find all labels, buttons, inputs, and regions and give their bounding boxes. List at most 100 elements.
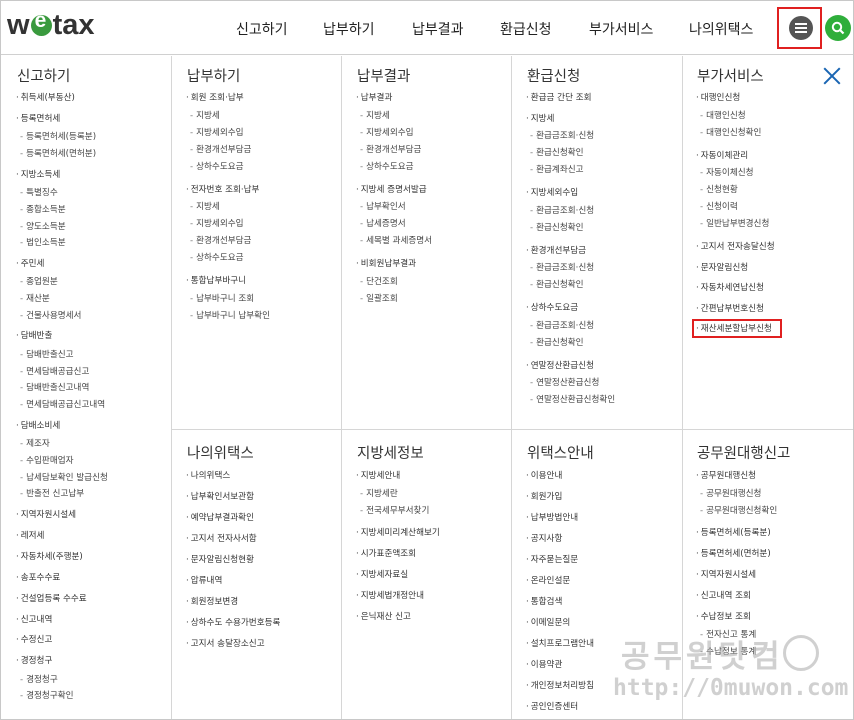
submenu-item[interactable]: 납부확인서 xyxy=(360,201,406,213)
gnb-refund[interactable]: 환급신청 xyxy=(500,19,552,39)
wetax-logo[interactable]: wtax xyxy=(7,9,94,42)
submenu-item[interactable]: 재산분 xyxy=(20,293,50,305)
submenu-item[interactable]: 단건조회 xyxy=(360,276,398,288)
menu-item[interactable]: 문자알림신청현황 xyxy=(186,554,254,566)
submenu-item[interactable]: 종업원분 xyxy=(20,276,58,288)
submenu-item[interactable]: 담배반출신고내역 xyxy=(20,382,89,394)
submenu-item[interactable]: 경정청구 xyxy=(20,674,58,686)
submenu-item[interactable]: 면세담배공급신고 xyxy=(20,366,89,378)
menu-item[interactable]: 지역자원시설세 xyxy=(696,569,756,581)
submenu-item[interactable]: 반출전 신고납부 xyxy=(20,488,84,500)
menu-item[interactable]: 지방소득세 xyxy=(16,169,61,181)
menu-item[interactable]: 간편납부번호신청 xyxy=(696,303,764,315)
submenu-item[interactable]: 환경개선부담금 xyxy=(190,235,251,247)
submenu-item[interactable]: 대행인신청확인 xyxy=(700,127,761,139)
menu-item[interactable]: 지방세법개정안내 xyxy=(356,590,424,602)
submenu-item[interactable]: 납부바구니 조회 xyxy=(190,293,254,305)
submenu-item[interactable]: 공무원대행신청확인 xyxy=(700,505,777,517)
submenu-item[interactable]: 전국세무부서찾기 xyxy=(360,505,429,517)
menu-item[interactable]: 자동차세연납신청 xyxy=(696,282,764,294)
submenu-item[interactable]: 등록면허세(면허분) xyxy=(20,148,96,160)
menu-item[interactable]: 자동차세(주행분) xyxy=(16,551,83,563)
menu-item[interactable]: 환경개선부담금 xyxy=(526,245,586,257)
menu-item[interactable]: 전자번호 조회·납부 xyxy=(186,184,260,196)
menu-item[interactable]: 담배소비세 xyxy=(16,420,61,432)
submenu-item[interactable]: 담배반출신고 xyxy=(20,349,73,361)
submenu-item[interactable]: 대행인신청 xyxy=(700,110,746,122)
menu-item[interactable]: 대행인신청 xyxy=(696,92,741,104)
menu-item[interactable]: 은닉재산 신고 xyxy=(356,611,411,623)
submenu-item[interactable]: 신청이력 xyxy=(700,201,738,213)
submenu-item[interactable]: 상하수도요금 xyxy=(190,252,243,264)
submenu-item[interactable]: 등록면허세(등록분) xyxy=(20,131,96,143)
submenu-item[interactable]: 전자신고 통계 xyxy=(700,629,756,641)
submenu-item[interactable]: 지방세 xyxy=(190,110,220,122)
submenu-item[interactable]: 지방세외수입 xyxy=(190,127,243,139)
menu-item[interactable]: 시가표준액조회 xyxy=(356,548,416,560)
menu-item[interactable]: 등록면허세(면허분) xyxy=(696,548,771,560)
submenu-item[interactable]: 납부바구니 납부확인 xyxy=(190,310,270,322)
menu-item[interactable]: 등록면허세(등록분) xyxy=(696,527,771,539)
submenu-item[interactable]: 환급신청확인 xyxy=(530,222,583,234)
submenu-item[interactable]: 지방세 xyxy=(190,201,220,213)
menu-item[interactable]: 환급금 간단 조회 xyxy=(526,92,592,104)
submenu-item[interactable]: 환급신청확인 xyxy=(530,147,583,159)
menu-item[interactable]: 레저세 xyxy=(16,530,45,542)
submenu-item[interactable]: 납세담보확인 발급신청 xyxy=(20,472,108,484)
submenu-item[interactable]: 환급금조회·신청 xyxy=(530,130,594,142)
submenu-item[interactable]: 수납정보 통계 xyxy=(700,646,756,658)
menu-item[interactable]: 수납정보 조회 xyxy=(696,611,751,623)
menu-item[interactable]: 이메일문의 xyxy=(526,617,571,629)
gnb-report[interactable]: 신고하기 xyxy=(236,19,288,39)
search-icon[interactable] xyxy=(825,15,851,41)
close-icon[interactable] xyxy=(823,67,841,85)
submenu-item[interactable]: 신청현황 xyxy=(700,184,738,196)
menu-item[interactable]: 주민세 xyxy=(16,258,45,270)
menu-item[interactable]: 송포수수료 xyxy=(16,572,61,584)
submenu-item[interactable]: 지방세외수입 xyxy=(190,218,243,230)
menu-item[interactable]: 지방세외수입 xyxy=(526,187,578,199)
submenu-item[interactable]: 연말정산환급신청확인 xyxy=(530,394,615,406)
menu-item[interactable]: 공인인증센터 xyxy=(526,701,578,713)
menu-item[interactable]: 지방세 증명서발급 xyxy=(356,184,427,196)
menu-item[interactable]: 나의위택스 xyxy=(186,470,231,482)
gnb-extra-service[interactable]: 부가서비스 xyxy=(589,19,653,39)
submenu-item[interactable]: 환급계좌신고 xyxy=(530,164,583,176)
menu-item[interactable]: 회원 조회·납부 xyxy=(186,92,244,104)
menu-item[interactable]: 고지서 송달장소신고 xyxy=(186,638,265,650)
menu-item[interactable]: 공지사항 xyxy=(526,533,563,545)
menu-item[interactable]: 납부확인서보관함 xyxy=(186,491,254,503)
submenu-item[interactable]: 자동이체신청 xyxy=(700,167,753,179)
menu-item[interactable]: 고지서 전자송달신청 xyxy=(696,241,775,253)
submenu-item[interactable]: 환급금조회·신청 xyxy=(530,205,594,217)
menu-item[interactable]: 자주묻는질문 xyxy=(526,554,578,566)
submenu-item[interactable]: 지방세란 xyxy=(360,488,398,500)
menu-item[interactable]: 공무원대행신청 xyxy=(696,470,756,482)
menu-item[interactable]: 이용안내 xyxy=(526,470,563,482)
menu-item[interactable]: 납부결과 xyxy=(356,92,393,104)
menu-item[interactable]: 경정청구 xyxy=(16,655,53,667)
submenu-item[interactable]: 일반납부변경신청 xyxy=(700,218,769,230)
submenu-item[interactable]: 상하수도요금 xyxy=(190,161,243,173)
submenu-item[interactable]: 공무원대행신청 xyxy=(700,488,761,500)
menu-item[interactable]: 고지서 전자사서함 xyxy=(186,533,257,545)
menu-item[interactable]: 건설업등록 수수료 xyxy=(16,593,87,605)
menu-item[interactable]: 담배반출 xyxy=(16,330,53,342)
submenu-item[interactable]: 특별징수 xyxy=(20,187,58,199)
submenu-item[interactable]: 법인소득분 xyxy=(20,237,66,249)
menu-item[interactable]: 지방세안내 xyxy=(356,470,401,482)
submenu-item[interactable]: 환경개선부담금 xyxy=(360,144,421,156)
hamburger-menu-icon[interactable] xyxy=(789,16,813,40)
submenu-item[interactable]: 건물사용명세서 xyxy=(20,310,81,322)
submenu-item[interactable]: 지방세 xyxy=(360,110,390,122)
menu-item[interactable]: 상하수도요금 xyxy=(526,302,578,314)
submenu-item[interactable]: 납세증명서 xyxy=(360,218,406,230)
menu-item[interactable]: 통합검색 xyxy=(526,596,563,608)
menu-item[interactable]: 지방세 xyxy=(526,113,555,125)
menu-item[interactable]: 개인정보처리방침 xyxy=(526,680,594,692)
menu-item[interactable]: 납부방법안내 xyxy=(526,512,578,524)
menu-item[interactable]: 압류내역 xyxy=(186,575,223,587)
menu-item[interactable]: 자동이체관리 xyxy=(696,150,748,162)
submenu-item[interactable]: 지방세외수입 xyxy=(360,127,413,139)
menu-item[interactable]: 상하수도 수용가번호등록 xyxy=(186,617,281,629)
